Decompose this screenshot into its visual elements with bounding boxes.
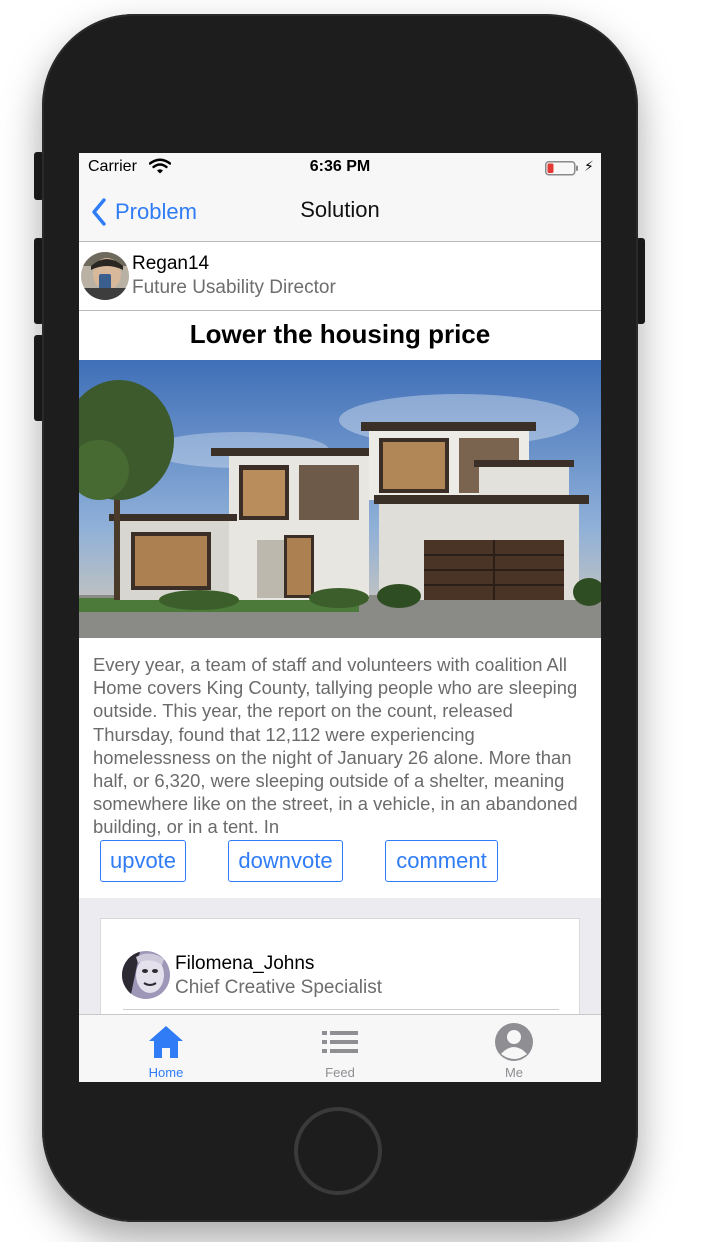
- upvote-button[interactable]: upvote: [100, 840, 186, 882]
- status-bar: Carrier 6:36 PM ⚡: [79, 153, 601, 183]
- post-body-text: Every year, a team of staff and voluntee…: [93, 654, 578, 837]
- list-icon: [322, 1031, 358, 1053]
- charging-bolt-icon: ⚡: [584, 158, 594, 174]
- app-screen: Carrier 6:36 PM ⚡ Problem Solution Regan…: [79, 153, 601, 1082]
- status-time: 6:36 PM: [309, 158, 371, 175]
- tab-home[interactable]: Home: [79, 1015, 253, 1082]
- author-avatar[interactable]: [81, 252, 129, 300]
- home-button[interactable]: [294, 1107, 382, 1195]
- commenter-name: Filomena_Johns: [175, 953, 315, 974]
- battery-icon: [545, 161, 578, 176]
- comments-section: Filomena_Johns Chief Creative Specialist: [79, 898, 601, 1058]
- author-role: Future Usability Director: [132, 277, 336, 298]
- tab-home-label: Home: [148, 1065, 184, 1080]
- tab-me-label: Me: [504, 1065, 524, 1080]
- comment-divider: [123, 1009, 559, 1010]
- profile-icon: [495, 1023, 533, 1061]
- author-name: Regan14: [132, 253, 210, 274]
- tab-feed-label: Feed: [325, 1065, 355, 1080]
- house-photo: [79, 360, 601, 638]
- tab-bar: Home Feed Me: [79, 1014, 601, 1082]
- navigation-bar: Problem Solution: [79, 183, 601, 242]
- commenter-avatar[interactable]: [122, 951, 170, 999]
- downvote-button[interactable]: downvote: [228, 840, 343, 882]
- tab-feed[interactable]: Feed: [253, 1015, 427, 1082]
- post-title: Lower the housing price: [189, 319, 491, 349]
- nav-title: Solution: [300, 197, 380, 222]
- home-icon: [149, 1026, 183, 1058]
- tab-me[interactable]: Me: [427, 1015, 601, 1082]
- commenter-role: Chief Creative Specialist: [175, 977, 382, 998]
- comment-button[interactable]: comment: [385, 840, 498, 882]
- author-row[interactable]: Regan14 Future Usability Director: [79, 242, 601, 311]
